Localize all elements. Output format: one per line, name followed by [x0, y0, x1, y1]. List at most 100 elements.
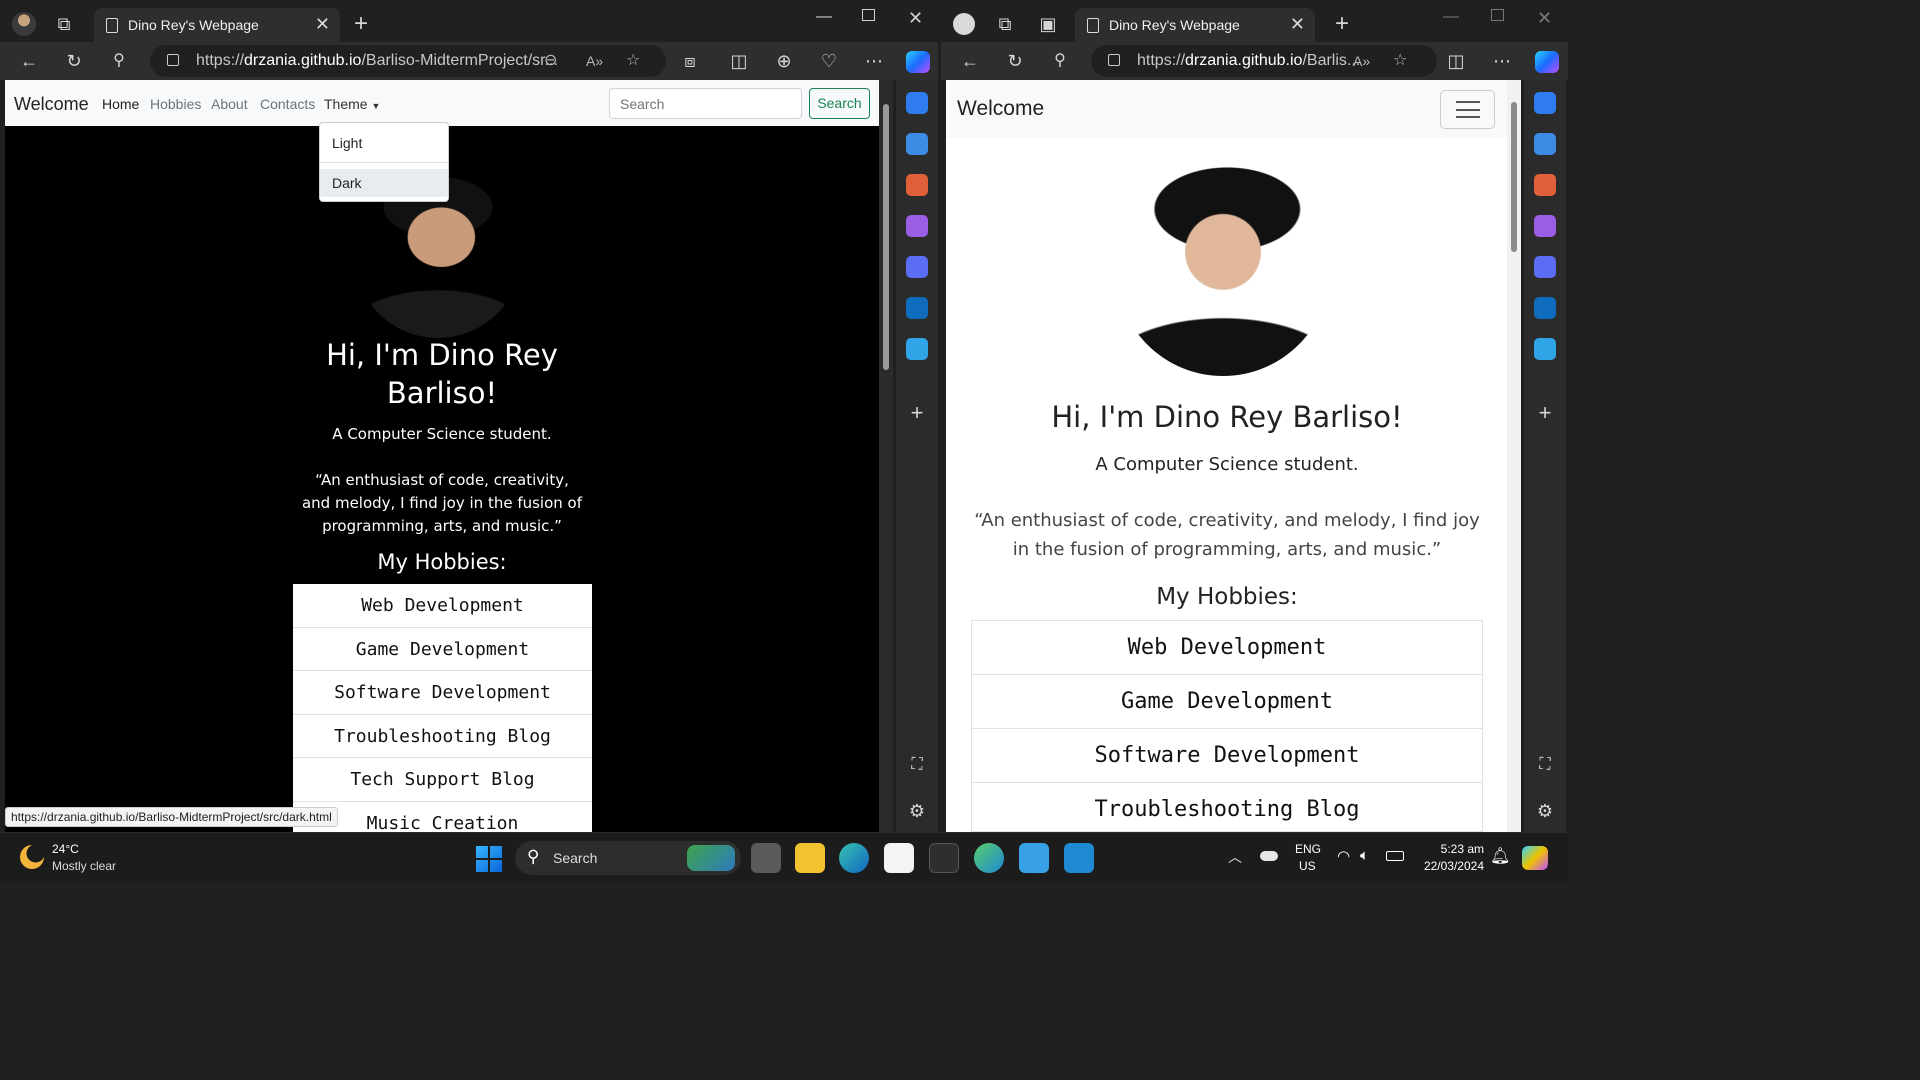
- lang-top[interactable]: ENG: [1295, 842, 1321, 856]
- workspaces-icon[interactable]: ⧉: [994, 13, 1016, 35]
- sidebar-shopping-icon[interactable]: [906, 133, 928, 155]
- workspaces-icon[interactable]: ⧉: [53, 13, 75, 35]
- nav-about[interactable]: About: [211, 96, 248, 112]
- page-scrollbar[interactable]: [1507, 80, 1521, 832]
- edge-icon[interactable]: [839, 843, 869, 873]
- back-icon[interactable]: ←: [959, 50, 981, 72]
- sidebar-search-icon[interactable]: [906, 92, 928, 114]
- notepad-icon[interactable]: [1019, 843, 1049, 873]
- address-bar[interactable]: https://drzania.github.io/Barlis... A» ☆: [1091, 45, 1437, 77]
- read-aloud-icon[interactable]: A»: [586, 45, 603, 77]
- sidebar-games-icon[interactable]: [906, 215, 928, 237]
- wifi-icon[interactable]: ◠: [1337, 847, 1350, 865]
- light-webpage: Welcome Hi, I'm Dino Rey Barliso! A Comp…: [946, 80, 1507, 832]
- extensions-icon[interactable]: ⧈: [679, 50, 701, 72]
- sidebar-copilot-icon[interactable]: [1534, 256, 1556, 278]
- sidebar-outlook-icon[interactable]: [1534, 297, 1556, 319]
- sidebar-add-icon[interactable]: +: [906, 402, 928, 424]
- sidebar-search-icon[interactable]: [1534, 92, 1556, 114]
- weather-temp[interactable]: 24°C: [52, 842, 79, 856]
- theme-option-light[interactable]: Light: [320, 129, 448, 157]
- clock-date[interactable]: 22/03/2024: [1418, 859, 1484, 873]
- copilot-icon[interactable]: [1535, 51, 1559, 73]
- read-aloud-icon[interactable]: A»: [1353, 45, 1370, 77]
- nav-theme-dropdown[interactable]: Theme ▼: [324, 96, 380, 112]
- sidebar-tools-icon[interactable]: [906, 174, 928, 196]
- refresh-icon[interactable]: ↻: [1004, 50, 1026, 72]
- theme-option-dark[interactable]: Dark: [320, 169, 448, 197]
- sidebar-settings-icon[interactable]: ⚙: [1534, 800, 1556, 822]
- refresh-icon[interactable]: ↻: [63, 50, 85, 72]
- search-input[interactable]: [609, 88, 802, 119]
- address-bar[interactable]: https://drzania.github.io/Barliso-Midter…: [150, 45, 666, 77]
- sidebar-screenshot-icon[interactable]: ⛶: [906, 754, 928, 776]
- weather-icon[interactable]: [20, 845, 44, 869]
- taskbar-search-box[interactable]: ⚲ Search: [515, 841, 741, 875]
- task-view-icon[interactable]: [751, 843, 781, 873]
- lang-bottom[interactable]: US: [1299, 859, 1316, 873]
- show-hidden-icons-icon[interactable]: ︿: [1228, 847, 1242, 867]
- maximize-icon[interactable]: [1491, 9, 1504, 21]
- navbar-toggler-button[interactable]: [1440, 90, 1495, 129]
- new-tab-icon[interactable]: +: [1331, 12, 1353, 36]
- minimize-icon[interactable]: —: [1443, 8, 1459, 26]
- vertical-tabs-icon[interactable]: ▣: [1037, 13, 1059, 35]
- tab-dino-rey-webpage[interactable]: Dino Rey's Webpage ✕: [1075, 8, 1315, 42]
- sidebar-tools-icon[interactable]: [1534, 174, 1556, 196]
- sidebar-screenshot-icon[interactable]: ⛶: [1534, 754, 1556, 776]
- copilot-icon[interactable]: [906, 51, 930, 73]
- new-tab-icon[interactable]: +: [350, 12, 372, 36]
- sidebar-add-icon[interactable]: +: [1534, 402, 1556, 424]
- start-button[interactable]: [476, 846, 502, 872]
- split-screen-icon[interactable]: ◫: [1445, 50, 1467, 72]
- onedrive-icon[interactable]: [1260, 851, 1278, 861]
- search-button[interactable]: Search: [809, 88, 870, 119]
- profile-icon[interactable]: [953, 13, 975, 35]
- battery-icon[interactable]: [1386, 851, 1404, 861]
- notifications-bell-icon[interactable]: 🔔︎: [1490, 846, 1510, 866]
- scrollbar-thumb[interactable]: [1511, 102, 1517, 252]
- notion-icon[interactable]: [929, 843, 959, 873]
- tab-dino-rey-webpage[interactable]: Dino Rey's Webpage ✕: [94, 8, 340, 42]
- close-window-icon[interactable]: ✕: [1537, 8, 1552, 29]
- split-screen-icon[interactable]: ◫: [728, 50, 750, 72]
- close-tab-icon[interactable]: ✕: [1290, 15, 1305, 33]
- vscode-icon[interactable]: [1064, 843, 1094, 873]
- page-scrollbar[interactable]: [879, 80, 893, 832]
- sidebar-drop-icon[interactable]: [1534, 338, 1556, 360]
- profile-avatar-icon[interactable]: [12, 12, 36, 36]
- sidebar-drop-icon[interactable]: [906, 338, 928, 360]
- favorite-star-icon[interactable]: ☆: [1393, 45, 1407, 77]
- sidebar-games-icon[interactable]: [1534, 215, 1556, 237]
- more-menu-icon[interactable]: ⋯: [863, 50, 885, 72]
- search-icon[interactable]: ⚲: [1049, 50, 1071, 72]
- edge-active-icon[interactable]: [974, 843, 1004, 873]
- navbar-brand[interactable]: Welcome: [957, 97, 1044, 121]
- browser-essentials-icon[interactable]: ♡: [818, 50, 840, 72]
- copilot-taskbar-icon[interactable]: [1522, 846, 1548, 870]
- zoom-icon[interactable]: ⊖: [544, 45, 557, 77]
- weather-desc[interactable]: Mostly clear: [52, 859, 116, 873]
- sidebar-settings-icon[interactable]: ⚙: [906, 800, 928, 822]
- scrollbar-thumb[interactable]: [883, 104, 889, 370]
- favorite-star-icon[interactable]: ☆: [626, 45, 640, 77]
- close-tab-icon[interactable]: ✕: [315, 15, 330, 33]
- more-menu-icon[interactable]: ⋯: [1491, 50, 1513, 72]
- sidebar-outlook-icon[interactable]: [906, 297, 928, 319]
- file-explorer-icon[interactable]: [795, 843, 825, 873]
- back-icon[interactable]: ←: [18, 50, 40, 72]
- maximize-icon[interactable]: [862, 9, 875, 21]
- minimize-icon[interactable]: —: [816, 8, 832, 26]
- collections-icon[interactable]: ⊕: [773, 50, 795, 72]
- navbar-brand[interactable]: Welcome: [14, 94, 89, 115]
- nav-hobbies[interactable]: Hobbies: [150, 96, 201, 112]
- sidebar-copilot-icon[interactable]: [906, 256, 928, 278]
- clock-time[interactable]: 5:23 am: [1440, 842, 1484, 856]
- store-icon[interactable]: [884, 843, 914, 873]
- nav-home[interactable]: Home: [102, 96, 139, 112]
- nav-contacts[interactable]: Contacts: [260, 96, 315, 112]
- volume-icon[interactable]: 🔈︎: [1360, 847, 1369, 864]
- search-icon[interactable]: ⚲: [108, 50, 130, 72]
- close-window-icon[interactable]: ✕: [908, 8, 923, 29]
- sidebar-shopping-icon[interactable]: [1534, 133, 1556, 155]
